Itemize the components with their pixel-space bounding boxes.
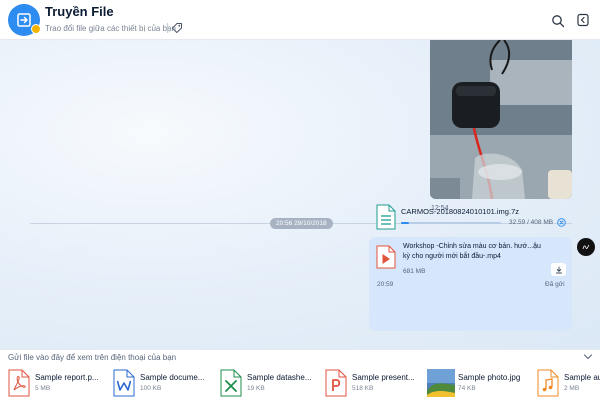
pdf-file-icon (8, 369, 30, 397)
verified-badge (31, 24, 41, 34)
upload-progress-fill (401, 222, 409, 224)
word-file-icon (113, 369, 135, 397)
conversation-subtitle: Trao đổi file giữa các thiết bị của bạn (45, 24, 176, 33)
chat-area[interactable]: 12:54 20:56 29/10/2018 (0, 40, 600, 349)
tray-file-name: Sample au (564, 373, 600, 382)
date-divider: 20:56 29/10/2018 (270, 218, 333, 229)
tray-file-name: Sample datashe... (247, 373, 312, 382)
conversation-title: Truyền File (45, 4, 114, 19)
search-icon[interactable] (551, 14, 565, 28)
download-button[interactable] (551, 263, 566, 276)
message-timestamp: 20:59 (377, 281, 394, 288)
upload-progress-bar (401, 222, 501, 224)
file-name[interactable]: CARMOS-20180824010101.img.7z (401, 207, 519, 216)
sender-avatar[interactable] (577, 238, 595, 256)
tray-hint: Gửi file vào đây để xem trên điện thoại … (8, 353, 177, 362)
tray-file-size: 100 KB (140, 385, 162, 392)
tray-file-name: Sample report.p... (35, 373, 99, 382)
quick-send-tray[interactable]: Gửi file vào đây để xem trên điện thoại … (0, 349, 600, 400)
excel-file-icon (220, 369, 242, 397)
photo-message[interactable] (430, 40, 572, 199)
download-icon (555, 266, 562, 273)
cancel-upload-icon[interactable] (557, 218, 566, 227)
image-thumbnail-icon (427, 369, 455, 397)
archive-file-icon (376, 204, 396, 230)
powerpoint-file-icon (325, 369, 347, 397)
video-file-size: 681 MB (403, 268, 426, 275)
side-panel-icon[interactable] (576, 13, 590, 27)
upload-progress-text: 32.59 / 408 MB (509, 219, 554, 226)
photo-image (430, 40, 572, 199)
transfer-arrow-icon (17, 13, 31, 27)
tray-file-size: 5 MB (35, 385, 51, 392)
tray-file-name: Sample photo.jpg (458, 373, 521, 382)
tray-file-name: Sample present... (352, 373, 415, 382)
audio-file-icon (537, 369, 559, 397)
chevron-down-icon[interactable] (583, 353, 593, 361)
signature-mark-icon (582, 244, 590, 250)
tray-file-size: 518 KB (352, 385, 374, 392)
subtitle-divider (167, 23, 168, 33)
video-file-icon (376, 245, 396, 269)
tray-file-size: 74 KB (458, 385, 476, 392)
tray-file-size: 19 KB (247, 385, 265, 392)
video-file-name[interactable]: Workshop -Chỉnh sửa màu cơ bản. hướ...ậu… (403, 242, 543, 262)
app-header: Truyền File Trao đổi file giữa các thiết… (0, 0, 600, 40)
message-status: Đã gửi (545, 281, 565, 288)
tag-icon[interactable] (171, 22, 183, 34)
tray-file-name: Sample docume... (140, 373, 205, 382)
tray-file-size: 2 MB (564, 385, 580, 392)
